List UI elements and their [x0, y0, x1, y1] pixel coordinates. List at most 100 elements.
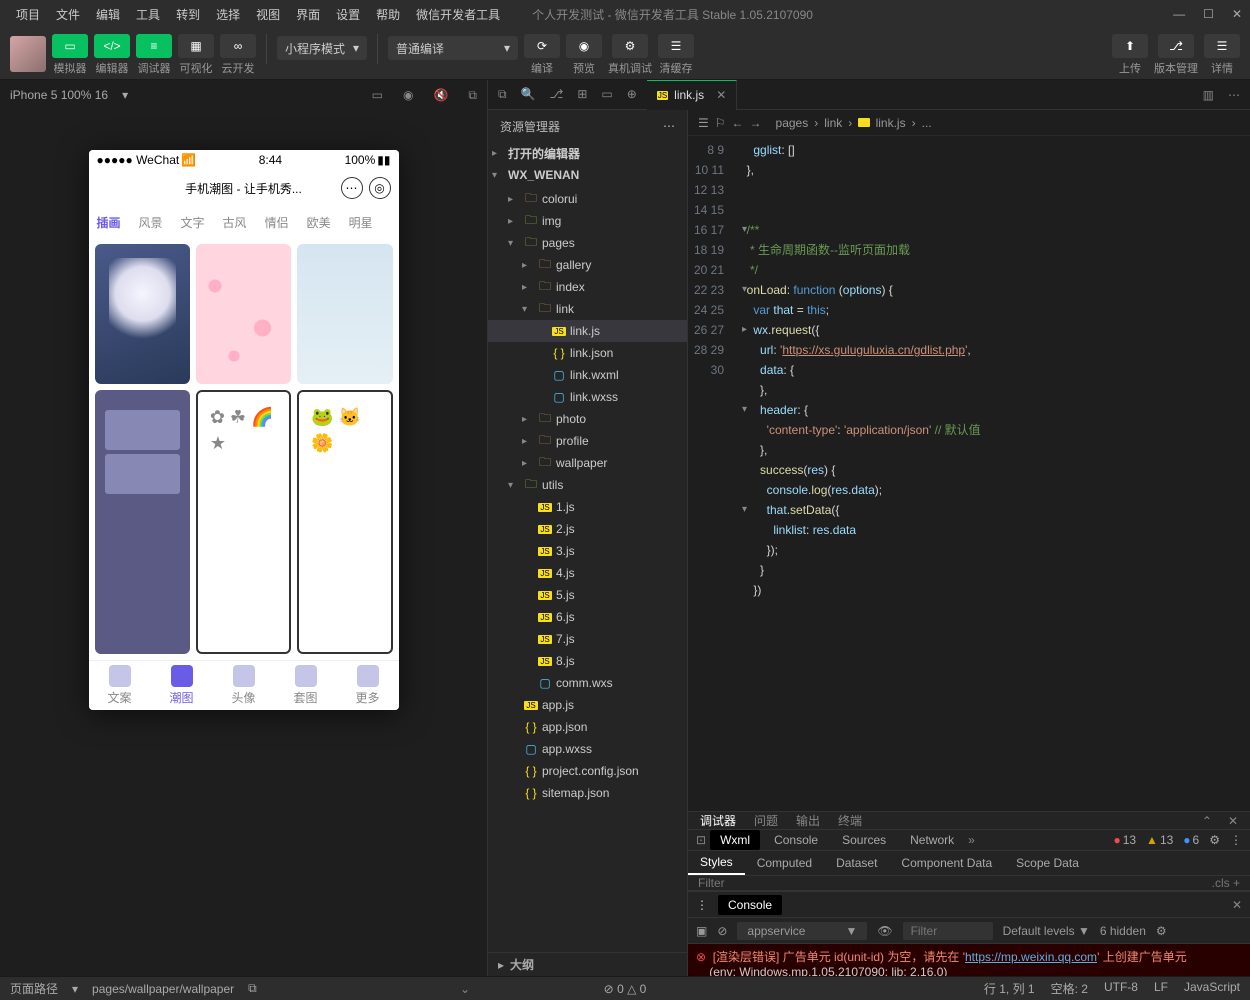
tree-item[interactable]: ▸🗀profile [488, 430, 687, 452]
tree-item[interactable]: JS3.js [488, 540, 687, 562]
compile-select[interactable]: 普通编译▾ [388, 36, 518, 60]
menu-item[interactable]: 选择 [208, 4, 248, 26]
network-tab[interactable]: Network [900, 830, 964, 850]
menu-item[interactable]: 视图 [248, 4, 288, 26]
thumb[interactable] [297, 390, 392, 654]
menu-item[interactable]: 项目 [8, 4, 48, 26]
device-icon[interactable]: ▭ [372, 88, 383, 103]
preview-button[interactable]: ◉ [566, 34, 602, 58]
close-icon[interactable]: ✕ [1228, 814, 1238, 828]
menu-item[interactable]: 文件 [48, 4, 88, 26]
device-label[interactable]: iPhone 5 100% 16 [10, 88, 108, 102]
tree-item[interactable]: JS1.js [488, 496, 687, 518]
category-tab[interactable]: 文字 [181, 214, 205, 231]
toggle-icon[interactable]: ▣ [696, 924, 707, 938]
status-item[interactable]: 行 1, 列 1 [984, 980, 1035, 997]
add-icon[interactable]: + [1233, 876, 1240, 890]
category-tab[interactable]: 明星 [349, 214, 373, 231]
compile-button[interactable]: ⟳ [524, 34, 560, 58]
tree-item[interactable]: ▾🗀link [488, 298, 687, 320]
clear-icon[interactable]: ⊘ [717, 924, 727, 938]
problems-tab[interactable]: 问题 [754, 812, 778, 829]
tree-item[interactable]: JS7.js [488, 628, 687, 650]
tree-item[interactable]: JS8.js [488, 650, 687, 672]
tabbar-item[interactable]: 文案 [89, 661, 151, 710]
console-tab[interactable]: Console [764, 830, 828, 850]
breadcrumb[interactable]: ☰ ⚐ ← → pages › link › JSlink.js › ... [688, 110, 1250, 136]
tree-item[interactable]: { }sitemap.json [488, 782, 687, 804]
tree-item[interactable]: JSapp.js [488, 694, 687, 716]
more-icon[interactable]: ⋯ [663, 119, 675, 133]
copy-icon[interactable]: ⧉ [468, 88, 477, 103]
category-tab[interactable]: 风景 [139, 214, 163, 231]
code-editor[interactable]: 8 9 10 11 12 13 14 15 16 17 18 19 20 21 … [688, 136, 1250, 811]
ext-icon[interactable]: ⊕ [627, 87, 637, 102]
tree-item[interactable]: ▸🗀photo [488, 408, 687, 430]
status-item[interactable]: UTF-8 [1104, 980, 1138, 997]
tree-item[interactable]: JS4.js [488, 562, 687, 584]
menu-item[interactable]: 帮助 [368, 4, 408, 26]
tree-item[interactable]: ▢app.wxss [488, 738, 687, 760]
tree-item[interactable]: { }link.json [488, 342, 687, 364]
menu-icon[interactable]: ⋮ [696, 898, 708, 912]
tree-item[interactable]: JS5.js [488, 584, 687, 606]
simulator-button[interactable]: ▭ [52, 34, 88, 58]
minimize-icon[interactable]: — [1173, 7, 1185, 21]
split-icon[interactable]: ▥ [1203, 88, 1214, 102]
list-icon[interactable]: ☰ [698, 116, 709, 130]
tabbar-item[interactable]: 头像 [213, 661, 275, 710]
debugger-tab[interactable]: 调试器 [700, 812, 736, 829]
close-tab-icon[interactable]: ✕ [716, 88, 726, 102]
details-button[interactable]: ☰ [1204, 34, 1240, 58]
menu-item[interactable]: 界面 [288, 4, 328, 26]
tree-item[interactable]: ▾🗀utils [488, 474, 687, 496]
tree-item[interactable]: ▢link.wxss [488, 386, 687, 408]
more-tabs-icon[interactable]: » [968, 833, 975, 847]
gear-icon[interactable]: ⚙ [1209, 833, 1220, 847]
project-section[interactable]: ▾WX_WENAN [488, 164, 687, 186]
copy-icon[interactable]: ⧉ [248, 981, 257, 996]
sources-tab[interactable]: Sources [832, 830, 896, 850]
tree-item[interactable]: ▸🗀colorui [488, 188, 687, 210]
tree-item[interactable]: ▸🗀gallery [488, 254, 687, 276]
wxml-tab[interactable]: Wxml [710, 830, 760, 850]
tree-item[interactable]: ▢comm.wxs [488, 672, 687, 694]
explorer-icon[interactable]: ⧉ [498, 87, 507, 102]
terminal-tab[interactable]: 终端 [838, 812, 862, 829]
visualize-button[interactable]: ▦ [178, 34, 214, 58]
extensions-icon[interactable]: ⊞ [577, 87, 587, 102]
thumb[interactable] [196, 390, 291, 654]
menu-item[interactable]: 编辑 [88, 4, 128, 26]
styles-filter[interactable]: Filter [698, 876, 725, 890]
status-item[interactable]: JavaScript [1184, 980, 1240, 997]
tree-item[interactable]: ▸🗀wallpaper [488, 452, 687, 474]
wallpaper-grid[interactable] [89, 238, 399, 660]
tree-item[interactable]: JS2.js [488, 518, 687, 540]
editor-tab[interactable]: JS link.js ✕ [647, 80, 737, 110]
context-select[interactable]: appservice▼ [737, 922, 867, 940]
category-tab[interactable]: 欧美 [307, 214, 331, 231]
record-icon[interactable]: ◉ [403, 88, 413, 103]
tree-item[interactable]: ▸🗀index [488, 276, 687, 298]
mode-select[interactable]: 小程序模式▾ [277, 36, 367, 60]
chevron-down-icon[interactable]: ⌄ [460, 982, 470, 996]
back-icon[interactable]: ← [732, 116, 744, 130]
styles-tab[interactable]: Styles [688, 851, 745, 875]
menu-item[interactable]: 微信开发者工具 [408, 4, 508, 26]
tree-item[interactable]: JSlink.js [488, 320, 687, 342]
tabbar-item[interactable]: 套图 [275, 661, 337, 710]
clear-cache-button[interactable]: ☰ [658, 34, 694, 58]
tree-item[interactable]: { }project.config.json [488, 760, 687, 782]
tree-item[interactable]: JS6.js [488, 606, 687, 628]
inspect-icon[interactable]: ⊡ [696, 833, 706, 847]
menu-item[interactable]: 工具 [128, 4, 168, 26]
output-tab[interactable]: 输出 [796, 812, 820, 829]
editor-button[interactable]: </> [94, 34, 130, 58]
gear-icon[interactable]: ⚙ [1156, 924, 1167, 938]
eye-icon[interactable]: 👁 [877, 924, 892, 938]
status-item[interactable]: 空格: 2 [1051, 980, 1088, 997]
menu-icon[interactable]: ⋮ [1230, 833, 1242, 847]
git-icon[interactable]: ⎇ [550, 87, 564, 102]
phone-tabbar[interactable]: 文案潮图头像套图更多 [89, 660, 399, 710]
tree-item[interactable]: { }app.json [488, 716, 687, 738]
